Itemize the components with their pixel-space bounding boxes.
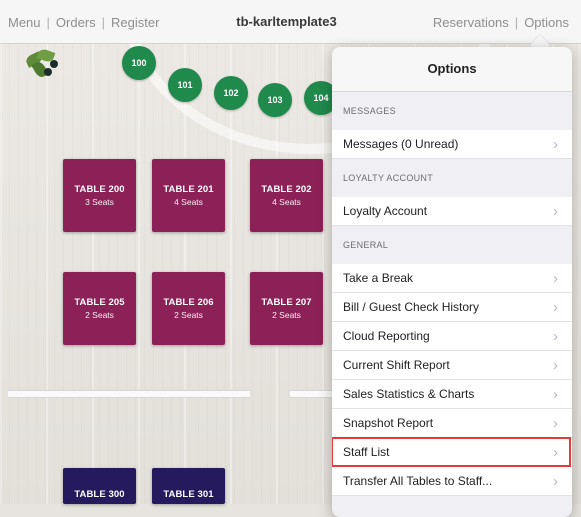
table-name: TABLE 200	[74, 184, 125, 195]
table-seats: 2 Seats	[174, 310, 203, 320]
menu-item-bill-history[interactable]: Bill / Guest Check History ›	[332, 293, 572, 322]
table-name: TABLE 301	[163, 489, 214, 500]
table-seats: 4 Seats	[174, 197, 203, 207]
table-name: TABLE 205	[74, 297, 125, 308]
chevron-right-icon: ›	[553, 473, 558, 490]
seat-101[interactable]: 101	[168, 68, 202, 102]
menu-item-snapshot-report[interactable]: Snapshot Report ›	[332, 409, 572, 438]
options-popover: Options MESSAGES Messages (0 Unread) › L…	[332, 47, 572, 517]
menu-item-transfer-tables[interactable]: Transfer All Tables to Staff... ›	[332, 467, 572, 496]
options-link[interactable]: Options	[524, 15, 569, 30]
table-name: TABLE 300	[74, 489, 125, 500]
floor-divider	[8, 390, 250, 398]
table-name: TABLE 206	[163, 297, 214, 308]
seat-100[interactable]: 100	[122, 46, 156, 80]
section-header-general: GENERAL	[343, 240, 389, 250]
nav-left-group: Menu | Orders | Register	[8, 0, 159, 44]
nav-separator: |	[101, 14, 106, 30]
seat-102[interactable]: 102	[214, 76, 248, 110]
table-202[interactable]: TABLE 202 4 Seats	[250, 159, 323, 232]
table-206[interactable]: TABLE 206 2 Seats	[152, 272, 225, 345]
table-name: TABLE 201	[163, 184, 214, 195]
menu-item-sales-statistics[interactable]: Sales Statistics & Charts ›	[332, 380, 572, 409]
chevron-right-icon: ›	[553, 270, 558, 287]
table-200[interactable]: TABLE 200 3 Seats	[63, 159, 136, 232]
table-300[interactable]: TABLE 300	[63, 468, 136, 504]
menu-item-label: Bill / Guest Check History	[343, 300, 480, 314]
popover-title: Options	[332, 47, 572, 92]
menu-item-label: Cloud Reporting	[343, 329, 430, 343]
register-link[interactable]: Register	[111, 15, 159, 30]
nav-separator: |	[514, 14, 519, 30]
table-seats: 3 Seats	[85, 197, 114, 207]
menu-item-label: Loyalty Account	[343, 204, 428, 218]
menu-item-staff-list[interactable]: Staff List ›	[332, 437, 572, 467]
top-navigation-bar: Menu | Orders | Register tb-karltemplate…	[0, 0, 581, 44]
floor-divider	[290, 390, 332, 398]
chevron-right-icon: ›	[553, 444, 558, 461]
section-header-messages: MESSAGES	[343, 106, 396, 116]
menu-item-current-shift-report[interactable]: Current Shift Report ›	[332, 351, 572, 380]
nav-right-group: Reservations | Options	[433, 0, 569, 44]
chevron-right-icon: ›	[553, 328, 558, 345]
menu-item-label: Transfer All Tables to Staff...	[343, 474, 493, 488]
chevron-right-icon: ›	[553, 136, 558, 153]
page-title: tb-karltemplate3	[236, 14, 337, 29]
chevron-right-icon: ›	[553, 299, 558, 316]
table-207[interactable]: TABLE 207 2 Seats	[250, 272, 323, 345]
menu-item-label: Sales Statistics & Charts	[343, 387, 475, 401]
menu-item-label: Current Shift Report	[343, 358, 450, 372]
seat-103[interactable]: 103	[258, 83, 292, 117]
table-seats: 2 Seats	[272, 310, 301, 320]
table-seats: 4 Seats	[272, 197, 301, 207]
chevron-right-icon: ›	[553, 203, 558, 220]
table-name: TABLE 202	[261, 184, 312, 195]
table-seats: 2 Seats	[85, 310, 114, 320]
table-name: TABLE 207	[261, 297, 312, 308]
menu-item-cloud-reporting[interactable]: Cloud Reporting ›	[332, 322, 572, 351]
menu-item-messages[interactable]: Messages (0 Unread) ›	[332, 130, 572, 159]
nav-separator: |	[46, 14, 50, 30]
chevron-right-icon: ›	[553, 386, 558, 403]
chevron-right-icon: ›	[553, 415, 558, 432]
table-205[interactable]: TABLE 205 2 Seats	[63, 272, 136, 345]
menu-item-label: Snapshot Report	[343, 416, 434, 430]
menu-link[interactable]: Menu	[8, 15, 41, 30]
table-301[interactable]: TABLE 301	[152, 468, 225, 504]
menu-item-label: Messages (0 Unread)	[343, 137, 459, 151]
table-201[interactable]: TABLE 201 4 Seats	[152, 159, 225, 232]
section-header-loyalty: LOYALTY ACCOUNT	[343, 173, 434, 183]
orders-link[interactable]: Orders	[56, 15, 96, 30]
menu-item-label: Staff List	[343, 445, 390, 459]
chevron-right-icon: ›	[553, 357, 558, 374]
plant-decoration	[24, 47, 64, 82]
menu-item-loyalty-account[interactable]: Loyalty Account ›	[332, 197, 572, 226]
reservations-link[interactable]: Reservations	[433, 15, 509, 30]
menu-item-take-a-break[interactable]: Take a Break ›	[332, 264, 572, 293]
menu-item-label: Take a Break	[343, 271, 414, 285]
